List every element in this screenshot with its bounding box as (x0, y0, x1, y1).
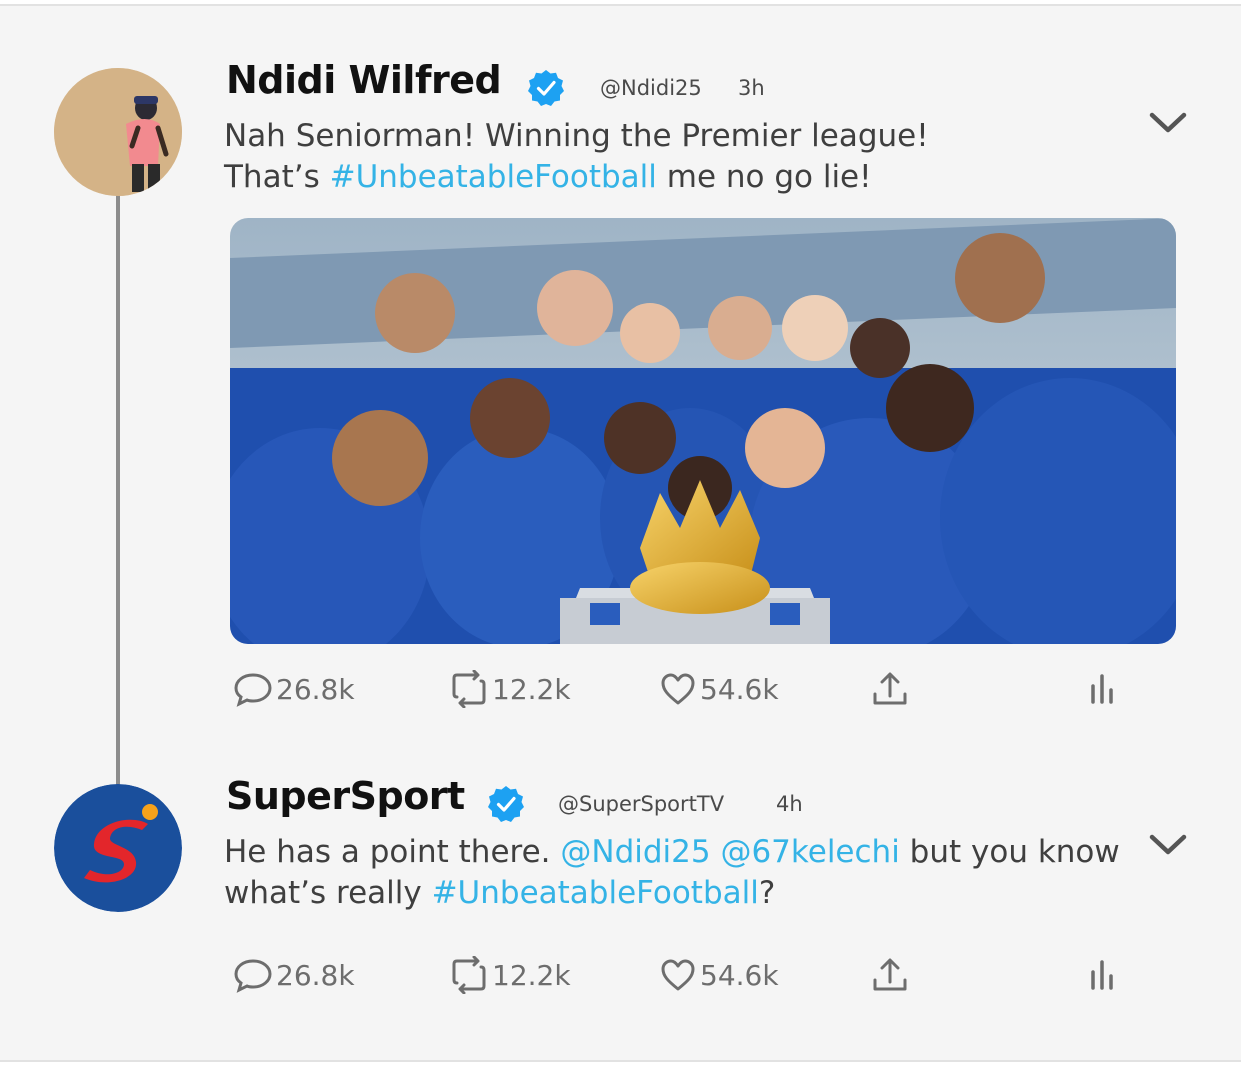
like-button[interactable]: 54.6k (660, 666, 779, 712)
share-button[interactable] (870, 666, 914, 712)
share-button[interactable] (870, 952, 914, 998)
text-segment: what’s really (224, 875, 432, 911)
chevron-down-icon[interactable] (1148, 110, 1188, 136)
tweet-text-line-2: what’s really #UnbeatableFootball? (224, 873, 1120, 914)
tweet-photo[interactable] (230, 218, 1176, 644)
retweet-button[interactable]: 12.2k (448, 666, 571, 712)
like-count: 54.6k (700, 958, 779, 992)
verified-badge-icon (488, 786, 524, 822)
text-segment: me no go lie! (656, 159, 872, 195)
analytics-bars-icon (1088, 955, 1132, 995)
text-segment: That’s (224, 159, 330, 195)
author-handle[interactable]: @Ndidi25 (600, 76, 702, 100)
analytics-button[interactable] (1088, 666, 1132, 712)
analytics-button[interactable] (1088, 952, 1132, 998)
share-icon (870, 955, 914, 995)
text-segment: He has a point there. (224, 834, 561, 870)
share-icon (870, 669, 914, 709)
hashtag-link[interactable]: #UnbeatableFootball (330, 159, 657, 195)
chevron-down-icon[interactable] (1148, 832, 1188, 858)
reply-count: 26.8k (276, 672, 355, 706)
like-button[interactable]: 54.6k (660, 952, 779, 998)
retweet-icon (448, 955, 492, 995)
tweet-text: He has a point there. @Ndidi25 @67kelech… (224, 832, 1120, 914)
text-segment: but you know (899, 834, 1120, 870)
tweet-timestamp[interactable]: 3h (738, 76, 765, 100)
retweet-count: 12.2k (492, 958, 571, 992)
comment-bubble-icon (232, 669, 276, 709)
tweet-text-line-2: That’s #UnbeatableFootball me no go lie! (224, 157, 929, 198)
tweet-timestamp[interactable]: 4h (776, 792, 803, 816)
text-segment: ? (758, 875, 776, 911)
author-name[interactable]: Ndidi Wilfred (226, 58, 502, 102)
tweet-thread-card: Ndidi Wilfred @Ndidi25 3h Nah Seniorman!… (0, 4, 1241, 1062)
comment-bubble-icon (232, 955, 276, 995)
verified-badge-icon (528, 70, 564, 106)
heart-icon (660, 669, 700, 709)
reply-button[interactable]: 26.8k (232, 952, 355, 998)
retweet-count: 12.2k (492, 672, 571, 706)
tweet-text: Nah Seniorman! Winning the Premier leagu… (224, 116, 929, 198)
hashtag-link[interactable]: #UnbeatableFootball (432, 875, 759, 911)
heart-icon (660, 955, 700, 995)
mention-link[interactable]: @67kelechi (720, 834, 899, 870)
like-count: 54.6k (700, 672, 779, 706)
reply-button[interactable]: 26.8k (232, 666, 355, 712)
tweet-text-line-1: He has a point there. @Ndidi25 @67kelech… (224, 832, 1120, 873)
tweet-actions: 26.8k 12.2k 54.6k (0, 952, 1241, 998)
reply-count: 26.8k (276, 958, 355, 992)
mention-link[interactable]: @Ndidi25 (560, 834, 710, 870)
retweet-button[interactable]: 12.2k (448, 952, 571, 998)
avatar-ndidi[interactable] (54, 68, 182, 196)
author-name[interactable]: SuperSport (226, 774, 465, 818)
author-handle[interactable]: @SuperSportTV (558, 792, 724, 816)
avatar-supersport[interactable] (54, 784, 182, 912)
analytics-bars-icon (1088, 669, 1132, 709)
tweet-actions: 26.8k 12.2k 54.6k (0, 666, 1241, 712)
tweet-text-line-1: Nah Seniorman! Winning the Premier leagu… (224, 118, 929, 154)
retweet-icon (448, 669, 492, 709)
